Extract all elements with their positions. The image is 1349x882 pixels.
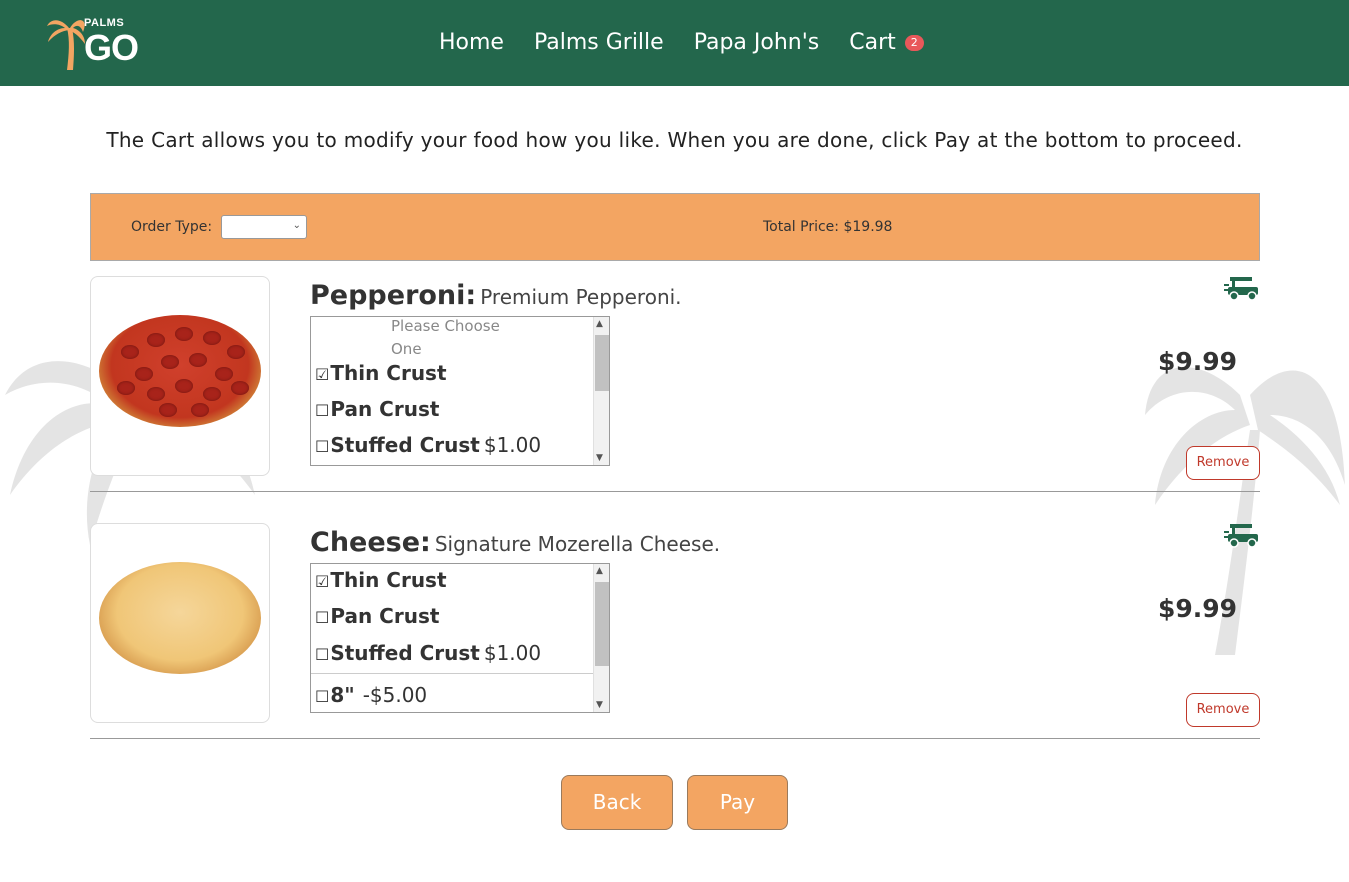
options-scrollbar[interactable]: ▲ ▼	[593, 317, 609, 465]
option-thin-crust[interactable]: ☑Thin Crust	[315, 568, 447, 592]
item-divider	[90, 738, 1260, 739]
scrollbar-thumb[interactable]	[595, 335, 609, 391]
option-stuffed-crust[interactable]: ☐Stuffed Crust $1.00	[315, 433, 541, 457]
item-price: $9.99	[1158, 594, 1238, 623]
checkbox-checked-icon: ☑	[315, 572, 330, 591]
item-description: Premium Pepperoni.	[480, 285, 682, 309]
pepperoni-pizza-image	[90, 276, 270, 476]
total-price-value: $19.98	[843, 219, 893, 235]
scroll-up-icon[interactable]: ▲	[596, 566, 603, 576]
option-pan-crust[interactable]: ☐Pan Crust	[315, 604, 439, 628]
option-price: $1.00	[483, 433, 542, 457]
pepperoni-pizza-icon	[99, 315, 261, 427]
main-nav: Home Palms Grille Papa John's Cart 2	[424, 26, 939, 60]
item-name: Pepperoni:	[310, 280, 477, 311]
option-label: Pan Crust	[330, 397, 440, 421]
logo-wordmark: PALMS GO	[84, 18, 139, 68]
total-price: Total Price: $19.98	[763, 219, 892, 235]
cheese-pizza-icon	[99, 562, 261, 674]
golf-cart-icon	[1224, 277, 1258, 301]
option-label: Thin Crust	[330, 568, 447, 592]
logo-big-text: GO	[84, 27, 139, 68]
checkbox-icon: ☐	[315, 645, 330, 664]
total-price-label: Total Price:	[763, 219, 840, 235]
option-label: Thin Crust	[330, 361, 447, 385]
nav-papa-johns[interactable]: Papa John's	[679, 26, 835, 60]
back-button[interactable]: Back	[561, 775, 673, 830]
chevron-down-icon: ⌄	[292, 220, 301, 231]
options-scrollbar[interactable]: ▲ ▼	[593, 564, 609, 712]
nav-palms-grille[interactable]: Palms Grille	[519, 26, 679, 60]
nav-home[interactable]: Home	[424, 26, 519, 60]
scroll-up-icon[interactable]: ▲	[596, 319, 603, 329]
option-stuffed-crust[interactable]: ☐Stuffed Crust $1.00	[315, 641, 541, 665]
item-divider	[90, 491, 1260, 492]
checkbox-icon: ☐	[315, 608, 330, 627]
option-pan-crust[interactable]: ☐Pan Crust	[315, 397, 439, 421]
cart-count-badge: 2	[904, 35, 924, 51]
checkbox-checked-icon: ☑	[315, 365, 330, 384]
order-type-label: Order Type:	[131, 219, 213, 235]
option-thin-crust[interactable]: ☑Thin Crust	[315, 361, 447, 385]
crust-options-list[interactable]: Please Choose One ☑Thin Crust ☐Pan Crust…	[310, 316, 610, 466]
crust-options-list[interactable]: ☑Thin Crust ☐Pan Crust ☐Stuffed Crust $1.…	[310, 563, 610, 713]
cheese-pizza-image	[90, 523, 270, 723]
remove-button[interactable]: Remove	[1186, 446, 1260, 480]
scroll-down-icon[interactable]: ▼	[596, 700, 603, 710]
option-label: Stuffed Crust	[330, 433, 480, 457]
nav-cart[interactable]: Cart 2	[834, 26, 939, 60]
checkbox-icon: ☐	[315, 687, 330, 706]
checkbox-icon: ☐	[315, 401, 330, 420]
option-label: Stuffed Crust	[330, 641, 480, 665]
cart-instructions: The Cart allows you to modify your food …	[106, 128, 1243, 152]
option-label: Pan Crust	[330, 604, 440, 628]
order-summary-bar: Order Type: ⌄ Total Price: $19.98	[90, 193, 1260, 261]
option-size-8-inch[interactable]: ☐8" -$5.00	[315, 683, 427, 707]
item-title: Pepperoni: Premium Pepperoni.	[310, 280, 682, 311]
scroll-down-icon[interactable]: ▼	[596, 453, 603, 463]
options-placeholder: Please Choose One	[391, 317, 500, 358]
option-label: 8"	[330, 683, 355, 707]
golf-cart-icon	[1224, 524, 1258, 548]
item-name: Cheese:	[310, 527, 431, 558]
nav-cart-label: Cart	[849, 30, 896, 55]
option-price: -$5.00	[362, 683, 428, 707]
checkbox-icon: ☐	[315, 437, 330, 456]
item-description: Signature Mozerella Cheese.	[434, 532, 721, 556]
option-price: $1.00	[483, 641, 542, 665]
item-title: Cheese: Signature Mozerella Cheese.	[310, 527, 720, 558]
pay-button[interactable]: Pay	[687, 775, 788, 830]
scrollbar-thumb[interactable]	[595, 582, 609, 666]
option-group-divider	[311, 673, 594, 674]
item-price: $9.99	[1158, 347, 1238, 376]
remove-button[interactable]: Remove	[1186, 693, 1260, 727]
top-navigation-bar: PALMS GO Home Palms Grille Papa John's C…	[0, 0, 1349, 86]
order-type-select[interactable]: ⌄	[221, 215, 307, 239]
